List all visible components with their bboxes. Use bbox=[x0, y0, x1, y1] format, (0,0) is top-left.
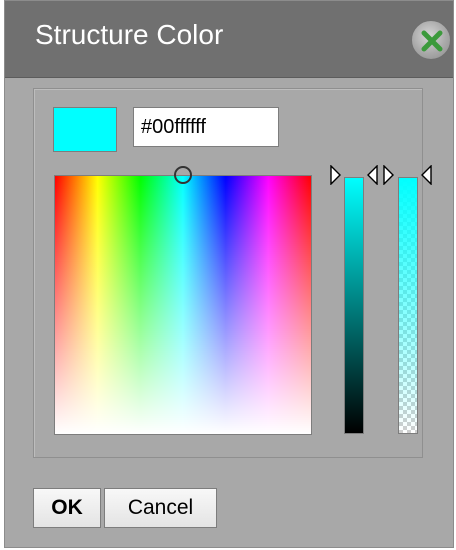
circle-cursor-icon[interactable] bbox=[174, 166, 192, 184]
slider-left-arrow-icon[interactable] bbox=[330, 165, 342, 185]
slider-right-arrow-icon[interactable] bbox=[366, 165, 378, 185]
color-preview-swatch bbox=[53, 107, 117, 152]
alpha-slider[interactable] bbox=[398, 177, 418, 434]
title-bar[interactable]: Structure Color bbox=[5, 1, 453, 78]
close-icon[interactable] bbox=[411, 20, 451, 60]
brightness-slider[interactable] bbox=[344, 177, 364, 434]
alpha-left-arrow-icon[interactable] bbox=[383, 165, 395, 185]
cancel-button[interactable]: Cancel bbox=[104, 488, 217, 528]
alpha-right-arrow-icon[interactable] bbox=[420, 165, 432, 185]
ok-button[interactable]: OK bbox=[33, 488, 101, 528]
alpha-gradient bbox=[399, 178, 417, 433]
hue-saturation-field[interactable] bbox=[54, 175, 312, 435]
dialog-title: Structure Color bbox=[35, 19, 224, 50]
hex-color-input[interactable] bbox=[133, 107, 279, 147]
